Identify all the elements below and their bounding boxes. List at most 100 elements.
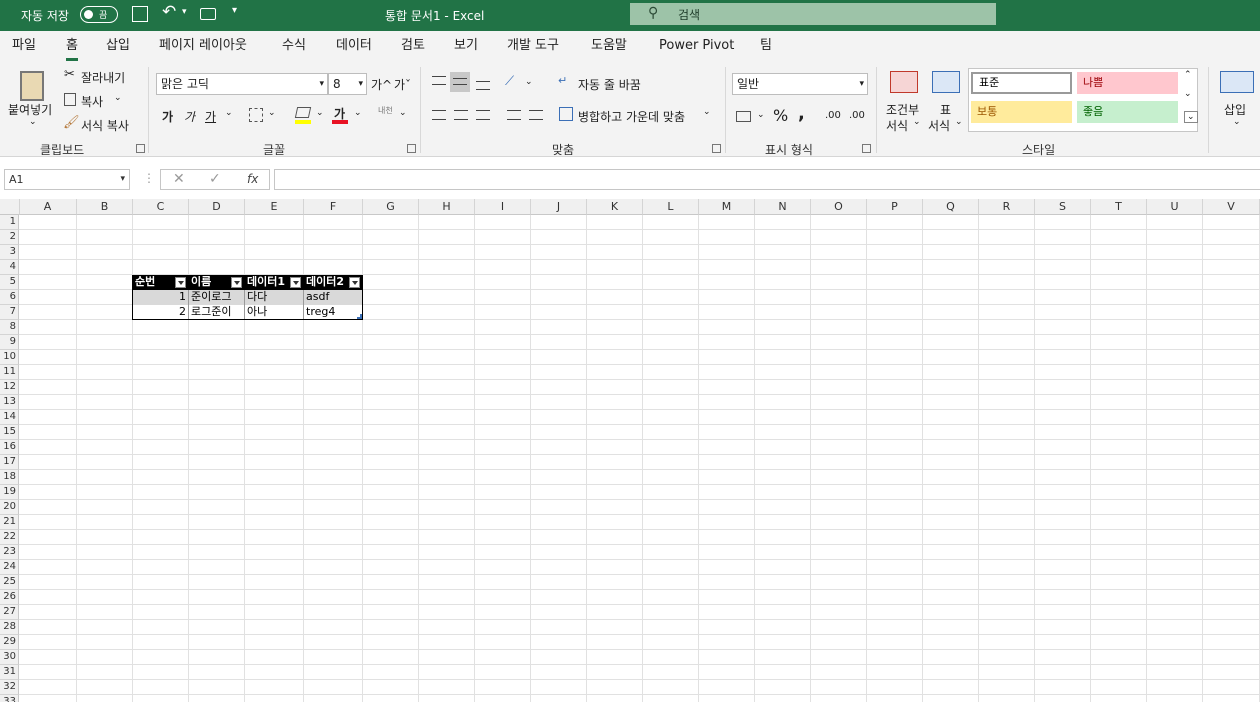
- gallery-scroll-down-icon[interactable]: ⌄: [1184, 89, 1192, 99]
- column-header[interactable]: T: [1091, 199, 1147, 215]
- number-format-combo[interactable]: 일반 ▾: [732, 73, 868, 95]
- align-center-icon[interactable]: [454, 110, 468, 120]
- insert-cells-button[interactable]: 삽입 ⌄: [1220, 69, 1258, 135]
- table-header-cell[interactable]: 데이터2: [304, 275, 363, 290]
- table-header-cell[interactable]: 순번: [133, 275, 189, 290]
- font-launcher-icon[interactable]: [407, 144, 416, 153]
- number-launcher-icon[interactable]: [862, 144, 871, 153]
- column-header[interactable]: U: [1147, 199, 1203, 215]
- increase-indent-icon[interactable]: [529, 110, 543, 120]
- table-cell[interactable]: 2: [133, 305, 189, 320]
- table-cell[interactable]: asdf: [304, 290, 363, 305]
- undo-icon[interactable]: ↶: [162, 2, 176, 22]
- table-cell[interactable]: 준이로그: [189, 290, 245, 305]
- row-header[interactable]: 27: [0, 605, 19, 620]
- row-header[interactable]: 19: [0, 485, 19, 500]
- tab-insert[interactable]: 삽입: [106, 31, 130, 61]
- row-header[interactable]: 6: [0, 290, 19, 305]
- copy-button[interactable]: 복사 ⌄: [62, 91, 132, 109]
- table-resize-handle[interactable]: [357, 314, 362, 319]
- tab-page-layout[interactable]: 페이지 레이아웃: [159, 31, 247, 61]
- formula-input[interactable]: [274, 169, 1260, 190]
- tab-review[interactable]: 검토: [401, 31, 425, 61]
- column-header[interactable]: S: [1035, 199, 1091, 215]
- tab-file[interactable]: 파일: [12, 31, 36, 61]
- style-bad[interactable]: 나쁨: [1077, 72, 1178, 94]
- paste-button[interactable]: 붙여넣기 ⌄: [8, 67, 58, 133]
- border-icon[interactable]: [249, 108, 263, 122]
- filter-dropdown-icon[interactable]: [175, 277, 186, 288]
- autosave-toggle[interactable]: 끔: [80, 6, 118, 23]
- phonetic-dropdown-icon[interactable]: ⌄: [399, 108, 407, 118]
- tab-developer[interactable]: 개발 도구: [507, 31, 559, 61]
- decrease-indent-icon[interactable]: [507, 110, 521, 120]
- column-header[interactable]: D: [189, 199, 245, 215]
- phonetic-button[interactable]: 내천: [378, 105, 393, 116]
- row-header[interactable]: 16: [0, 440, 19, 455]
- row-header[interactable]: 22: [0, 530, 19, 545]
- row-header[interactable]: 10: [0, 350, 19, 365]
- customize-qat-icon[interactable]: ▾: [232, 5, 237, 16]
- search-box[interactable]: ⚲ 검색: [630, 3, 996, 25]
- format-as-table-button[interactable]: 표 서식 ⌄: [928, 69, 964, 135]
- row-header[interactable]: 13: [0, 395, 19, 410]
- column-header[interactable]: O: [811, 199, 867, 215]
- bold-button[interactable]: 가: [162, 108, 173, 125]
- row-header[interactable]: 5: [0, 275, 19, 290]
- underline-dropdown-icon[interactable]: ⌄: [225, 108, 233, 118]
- style-good[interactable]: 좋음: [1077, 101, 1178, 123]
- row-header[interactable]: 9: [0, 335, 19, 350]
- row-header[interactable]: 28: [0, 620, 19, 635]
- table-cell[interactable]: 아나: [245, 305, 304, 320]
- row-header[interactable]: 3: [0, 245, 19, 260]
- row-header[interactable]: 14: [0, 410, 19, 425]
- tab-data[interactable]: 데이터: [336, 31, 372, 61]
- tab-home[interactable]: 홈: [66, 31, 78, 61]
- row-header[interactable]: 29: [0, 635, 19, 650]
- table-cell[interactable]: 다다: [245, 290, 304, 305]
- column-header[interactable]: H: [419, 199, 475, 215]
- font-name-combo[interactable]: 맑은 고딕 ▾: [156, 73, 328, 95]
- alignment-launcher-icon[interactable]: [712, 144, 721, 153]
- tab-view[interactable]: 보기: [454, 31, 478, 61]
- row-header[interactable]: 24: [0, 560, 19, 575]
- italic-button[interactable]: 가: [184, 108, 195, 125]
- filter-dropdown-icon[interactable]: [290, 277, 301, 288]
- wrap-text-button[interactable]: ↵ 자동 줄 바꿈: [558, 73, 658, 93]
- row-header[interactable]: 25: [0, 575, 19, 590]
- table-cell[interactable]: 로그준이: [189, 305, 245, 320]
- camera-icon[interactable]: [200, 8, 216, 20]
- column-header[interactable]: R: [979, 199, 1035, 215]
- column-header[interactable]: J: [531, 199, 587, 215]
- gallery-more-icon[interactable]: ⌄: [1184, 111, 1198, 123]
- row-header[interactable]: 23: [0, 545, 19, 560]
- row-header[interactable]: 11: [0, 365, 19, 380]
- row-header[interactable]: 21: [0, 515, 19, 530]
- fill-dropdown-icon[interactable]: ⌄: [316, 108, 324, 118]
- gallery-scroll-up-icon[interactable]: ⌃: [1184, 70, 1192, 80]
- column-header[interactable]: L: [643, 199, 699, 215]
- filter-dropdown-icon[interactable]: [349, 277, 360, 288]
- column-header[interactable]: K: [587, 199, 643, 215]
- column-header[interactable]: N: [755, 199, 811, 215]
- orientation-icon[interactable]: ⟋: [505, 74, 514, 89]
- table-header-cell[interactable]: 데이터1: [245, 275, 304, 290]
- merge-center-button[interactable]: 병합하고 가운데 맞춤 ⌄: [558, 105, 718, 125]
- format-painter-button[interactable]: 🖌 서식 복사: [62, 115, 142, 133]
- conditional-format-button[interactable]: 조건부 서식 ⌄: [884, 69, 924, 135]
- align-right-icon[interactable]: [476, 110, 490, 120]
- save-icon[interactable]: [132, 6, 148, 22]
- row-header[interactable]: 18: [0, 470, 19, 485]
- filter-dropdown-icon[interactable]: [231, 277, 242, 288]
- row-header[interactable]: 33: [0, 695, 19, 702]
- accounting-dropdown-icon[interactable]: ⌄: [757, 110, 765, 120]
- align-bottom-icon[interactable]: [476, 81, 490, 90]
- row-header[interactable]: 15: [0, 425, 19, 440]
- table-header-cell[interactable]: 이름: [189, 275, 245, 290]
- border-dropdown-icon[interactable]: ⌄: [268, 108, 276, 118]
- row-header[interactable]: 17: [0, 455, 19, 470]
- row-header[interactable]: 20: [0, 500, 19, 515]
- fill-color-icon[interactable]: [294, 107, 312, 118]
- column-header[interactable]: Q: [923, 199, 979, 215]
- row-header[interactable]: 2: [0, 230, 19, 245]
